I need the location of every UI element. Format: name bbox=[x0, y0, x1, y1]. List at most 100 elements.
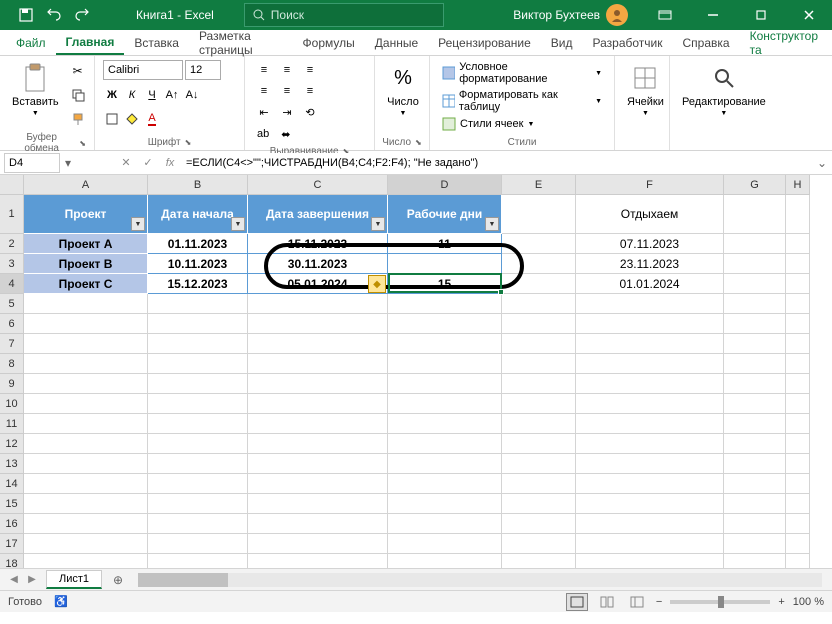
cell[interactable]: 05.01.2024 bbox=[248, 274, 388, 294]
cell[interactable] bbox=[148, 514, 248, 534]
cell[interactable] bbox=[576, 354, 724, 374]
cell[interactable] bbox=[724, 554, 786, 568]
column-header[interactable]: A bbox=[24, 175, 148, 195]
name-box[interactable]: D4 bbox=[4, 153, 60, 173]
cell[interactable]: 15.12.2023 bbox=[148, 274, 248, 294]
italic-button[interactable]: К bbox=[123, 86, 141, 104]
close-icon[interactable] bbox=[786, 0, 832, 30]
cell[interactable] bbox=[576, 454, 724, 474]
column-header[interactable]: E bbox=[502, 175, 576, 195]
cell[interactable]: 01.11.2023 bbox=[148, 234, 248, 254]
tab-review[interactable]: Рецензирование bbox=[428, 30, 541, 55]
cell[interactable] bbox=[786, 554, 810, 568]
cell[interactable] bbox=[148, 354, 248, 374]
cell[interactable] bbox=[786, 314, 810, 334]
orientation-icon[interactable]: ⟲ bbox=[299, 102, 321, 122]
cell[interactable]: Дата завершения▼ bbox=[248, 195, 388, 234]
cell[interactable] bbox=[248, 474, 388, 494]
cell[interactable] bbox=[148, 474, 248, 494]
cell[interactable] bbox=[24, 354, 148, 374]
cell[interactable] bbox=[576, 414, 724, 434]
cell[interactable] bbox=[388, 374, 502, 394]
cell[interactable] bbox=[786, 234, 810, 254]
page-layout-view-icon[interactable] bbox=[596, 593, 618, 611]
tab-help[interactable]: Справка bbox=[673, 30, 740, 55]
row-header[interactable]: 11 bbox=[0, 414, 24, 434]
cancel-formula-icon[interactable]: ✕ bbox=[116, 153, 136, 173]
cell[interactable] bbox=[24, 314, 148, 334]
cell[interactable] bbox=[724, 334, 786, 354]
cell[interactable] bbox=[502, 314, 576, 334]
dialog-launcher-icon[interactable]: ⬊ bbox=[415, 138, 422, 147]
cell[interactable] bbox=[24, 414, 148, 434]
cell[interactable] bbox=[502, 534, 576, 554]
cell[interactable] bbox=[786, 414, 810, 434]
filter-dropdown-icon[interactable]: ▼ bbox=[231, 217, 245, 231]
cell[interactable] bbox=[502, 454, 576, 474]
cell[interactable] bbox=[786, 474, 810, 494]
tab-layout[interactable]: Разметка страницы bbox=[189, 30, 293, 55]
cell[interactable] bbox=[248, 354, 388, 374]
column-header[interactable]: G bbox=[724, 175, 786, 195]
align-bottom-icon[interactable]: ≡ bbox=[299, 60, 321, 80]
copy-icon[interactable] bbox=[67, 84, 89, 106]
cell[interactable] bbox=[248, 394, 388, 414]
cell[interactable]: Дата начала▼ bbox=[148, 195, 248, 234]
cell[interactable]: 15.11.2023 bbox=[248, 234, 388, 254]
insert-function-icon[interactable]: fx bbox=[160, 153, 180, 173]
cell[interactable] bbox=[388, 434, 502, 454]
zoom-level[interactable]: 100 % bbox=[793, 596, 824, 608]
cell[interactable] bbox=[576, 434, 724, 454]
row-header[interactable]: 3 bbox=[0, 254, 24, 274]
cell[interactable] bbox=[248, 554, 388, 568]
cell[interactable] bbox=[724, 494, 786, 514]
cell[interactable] bbox=[502, 294, 576, 314]
cell[interactable] bbox=[576, 474, 724, 494]
cell[interactable] bbox=[786, 195, 810, 234]
cell-styles-button[interactable]: Стили ячеек▼ bbox=[438, 116, 606, 132]
tab-table-design[interactable]: Конструктор та bbox=[740, 30, 828, 55]
cell[interactable] bbox=[148, 394, 248, 414]
tab-insert[interactable]: Вставка bbox=[124, 30, 189, 55]
cell[interactable] bbox=[724, 394, 786, 414]
align-middle-icon[interactable]: ≡ bbox=[276, 60, 298, 80]
dialog-launcher-icon[interactable]: ⬊ bbox=[79, 139, 86, 148]
align-left-icon[interactable]: ≡ bbox=[253, 81, 275, 101]
cell[interactable]: Проект B bbox=[24, 254, 148, 274]
cell[interactable] bbox=[786, 294, 810, 314]
filter-dropdown-icon[interactable]: ▼ bbox=[371, 217, 385, 231]
borders-icon[interactable] bbox=[103, 110, 121, 128]
redo-icon[interactable] bbox=[72, 5, 92, 25]
cell[interactable] bbox=[388, 294, 502, 314]
fill-handle[interactable] bbox=[498, 289, 504, 295]
format-painter-icon[interactable] bbox=[67, 108, 89, 130]
cell[interactable] bbox=[724, 474, 786, 494]
cell[interactable] bbox=[576, 374, 724, 394]
cell[interactable] bbox=[24, 394, 148, 414]
accessibility-icon[interactable]: ♿ bbox=[54, 595, 68, 608]
cell[interactable] bbox=[148, 434, 248, 454]
cell[interactable] bbox=[724, 254, 786, 274]
sheet-nav-next-icon[interactable]: ▶ bbox=[24, 572, 40, 588]
cell[interactable] bbox=[724, 414, 786, 434]
add-sheet-icon[interactable]: ⊕ bbox=[108, 570, 128, 590]
cell[interactable] bbox=[724, 294, 786, 314]
cell[interactable] bbox=[148, 314, 248, 334]
cell[interactable] bbox=[724, 454, 786, 474]
filter-dropdown-icon[interactable]: ▼ bbox=[485, 217, 499, 231]
cell[interactable] bbox=[388, 554, 502, 568]
row-header[interactable]: 5 bbox=[0, 294, 24, 314]
cell[interactable] bbox=[576, 334, 724, 354]
cell[interactable] bbox=[576, 494, 724, 514]
enter-formula-icon[interactable]: ✓ bbox=[138, 153, 158, 173]
cell[interactable] bbox=[786, 494, 810, 514]
cell[interactable] bbox=[148, 554, 248, 568]
number-format-button[interactable]: % Число ▼ bbox=[383, 60, 423, 119]
tab-formulas[interactable]: Формулы bbox=[293, 30, 365, 55]
cell[interactable] bbox=[388, 414, 502, 434]
underline-button[interactable]: Ч bbox=[143, 86, 161, 104]
cell[interactable] bbox=[724, 354, 786, 374]
cell[interactable] bbox=[388, 474, 502, 494]
cell[interactable] bbox=[786, 334, 810, 354]
cell[interactable] bbox=[24, 294, 148, 314]
